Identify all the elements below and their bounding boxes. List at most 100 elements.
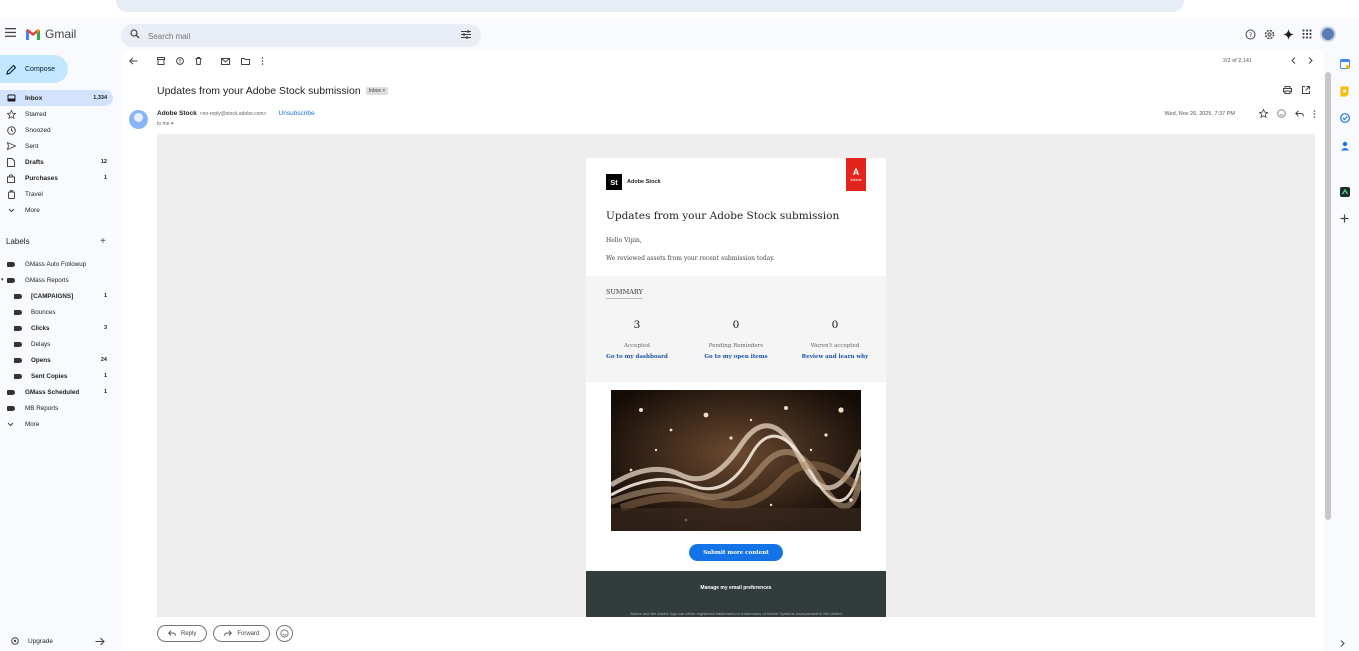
submit-more-content-button[interactable]: Submit more content (689, 544, 783, 561)
add-label-icon[interactable]: + (100, 236, 106, 247)
adobe-logo[interactable]: A Adobe (846, 158, 866, 191)
dashboard-link[interactable]: Go to my dashboard (587, 354, 687, 360)
svg-text:?: ? (1249, 31, 1252, 39)
browser-top-strip (0, 0, 1359, 18)
compose-button[interactable]: Compose (0, 55, 68, 83)
open-items-link[interactable]: Go to my open items (686, 354, 786, 360)
star-icon (6, 109, 16, 119)
sender-name[interactable]: Adobe Stock (157, 110, 197, 117)
label-item[interactable]: GMass Auto Followup (0, 256, 113, 272)
label-name: Sent Copies (31, 372, 68, 380)
email-title: Updates from your Adobe Stock submission (606, 210, 840, 222)
summary-heading: SUMMARY (606, 288, 643, 299)
label-item[interactable]: Bounces (0, 304, 113, 320)
emoji-react-icon[interactable] (1277, 109, 1286, 118)
hero-image[interactable] (611, 390, 861, 531)
label-item[interactable]: GMass Scheduled 1 (0, 384, 113, 400)
apps-grid-icon[interactable] (1302, 29, 1312, 39)
upgrade-link[interactable]: Upgrade (11, 637, 53, 645)
stat-label: Accepted (624, 343, 650, 349)
star-icon[interactable] (1259, 109, 1268, 118)
sidebar-item-sent[interactable]: Sent (0, 138, 113, 154)
label-item[interactable]: Opens 24 (0, 352, 113, 368)
adobe-stock-brand[interactable]: St Adobe Stock (606, 174, 661, 190)
reply-icon[interactable] (1295, 109, 1304, 118)
print-icon[interactable] (1283, 86, 1292, 94)
contacts-icon[interactable] (1340, 141, 1350, 151)
search-input[interactable] (148, 28, 448, 44)
compose-label: Compose (25, 65, 55, 73)
address-bar[interactable] (116, 0, 1184, 12)
addon-icon[interactable] (1340, 187, 1350, 197)
adobe-stock-logo: St (606, 174, 622, 190)
calendar-icon[interactable] (1340, 59, 1350, 69)
report-spam-icon[interactable] (176, 57, 184, 65)
brand-name: Adobe Stock (627, 179, 661, 185)
gmail-logo[interactable]: Gmail (25, 27, 76, 41)
account-avatar[interactable] (1320, 26, 1336, 42)
sidebar-item-snoozed[interactable]: Snoozed (0, 122, 113, 138)
sidebar-item-starred[interactable]: Starred (0, 106, 113, 122)
label-item[interactable]: Sent Copies 1 (0, 368, 113, 384)
label-item[interactable]: Delays (0, 336, 113, 352)
label-item[interactable]: MB Reports (0, 400, 113, 416)
label-name: GMass Auto Followup (25, 260, 87, 268)
legal-text: Adobe and the Adobe logo are either regi… (630, 611, 842, 616)
keep-icon[interactable] (1340, 86, 1349, 97)
chevron-right-icon[interactable] (1308, 57, 1313, 64)
label-item[interactable]: ▾ GMass Reports (0, 272, 113, 288)
help-icon[interactable]: ? (1245, 29, 1256, 40)
sidebar-item-more[interactable]: More (0, 202, 113, 218)
sender-avatar[interactable] (129, 110, 148, 129)
delete-icon[interactable] (195, 57, 202, 65)
recipient-details[interactable]: to me ▾ (157, 121, 173, 127)
sidebar-item-label: Snoozed (25, 126, 51, 134)
search-icon[interactable] (130, 29, 140, 39)
tasks-icon[interactable] (1340, 113, 1350, 123)
chevron-left-icon[interactable] (1291, 57, 1296, 64)
review-link[interactable]: Review and learn why (785, 354, 885, 360)
search-options-icon[interactable] (461, 30, 471, 39)
back-arrow-icon[interactable] (129, 57, 138, 65)
more-vert-icon[interactable] (261, 57, 264, 65)
label-item-more[interactable]: More (0, 416, 113, 432)
message-date: Wed, Nov 26, 2025, 7:37 PM (1164, 111, 1235, 117)
move-to-icon[interactable] (241, 57, 250, 65)
more-vert-icon[interactable] (1313, 109, 1316, 118)
emoji-reaction-button[interactable] (276, 625, 294, 642)
sidebar-nav: Inbox 1,334 Starred Snoozed Sent Drafts … (0, 90, 113, 218)
reply-button[interactable]: Reply (157, 625, 208, 642)
label-tag-icon (7, 261, 15, 267)
add-addon-icon[interactable] (1340, 214, 1349, 223)
sidebar-item-label: More (25, 206, 40, 214)
gmail-m-icon (25, 28, 41, 40)
sidebar-item-travel[interactable]: Travel (0, 186, 113, 202)
upgrade-label: Upgrade (28, 637, 53, 645)
menu-icon[interactable] (5, 28, 16, 37)
scrollbar[interactable] (1325, 72, 1331, 520)
sidebar-item-purchases[interactable]: Purchases 1 (0, 170, 113, 186)
sidebar-item-drafts[interactable]: Drafts 12 (0, 154, 113, 170)
search-bar[interactable] (121, 24, 481, 47)
forward-button[interactable]: Forward (213, 625, 271, 642)
sidebar-item-label: Purchases (25, 174, 58, 182)
manage-preferences-link[interactable]: Manage my email preferences (586, 585, 886, 591)
settings-icon[interactable] (1264, 29, 1275, 40)
chevron-right-icon[interactable] (1340, 640, 1345, 647)
archive-icon[interactable] (157, 57, 165, 65)
sidebar-item-inbox[interactable]: Inbox 1,334 (0, 90, 113, 106)
open-new-window-icon[interactable] (1302, 86, 1310, 94)
label-name: Opens (31, 356, 51, 364)
label-item[interactable]: [CAMPAIGNS] 1 (0, 288, 113, 304)
gemini-icon[interactable] (1283, 28, 1294, 40)
label-name: Bounces (31, 308, 56, 316)
label-name: MB Reports (25, 404, 59, 412)
mark-unread-icon[interactable] (221, 57, 230, 65)
sidebar-item-count: 1,334 (93, 95, 107, 101)
label-item[interactable]: Clicks 3 (0, 320, 113, 336)
unsubscribe-link[interactable]: Unsubscribe (279, 110, 315, 117)
arrow-right-icon[interactable] (95, 637, 105, 646)
label-tag-icon (14, 293, 22, 299)
inbox-tag[interactable]: Inbox × (365, 87, 389, 95)
label-tag-icon (14, 341, 22, 347)
